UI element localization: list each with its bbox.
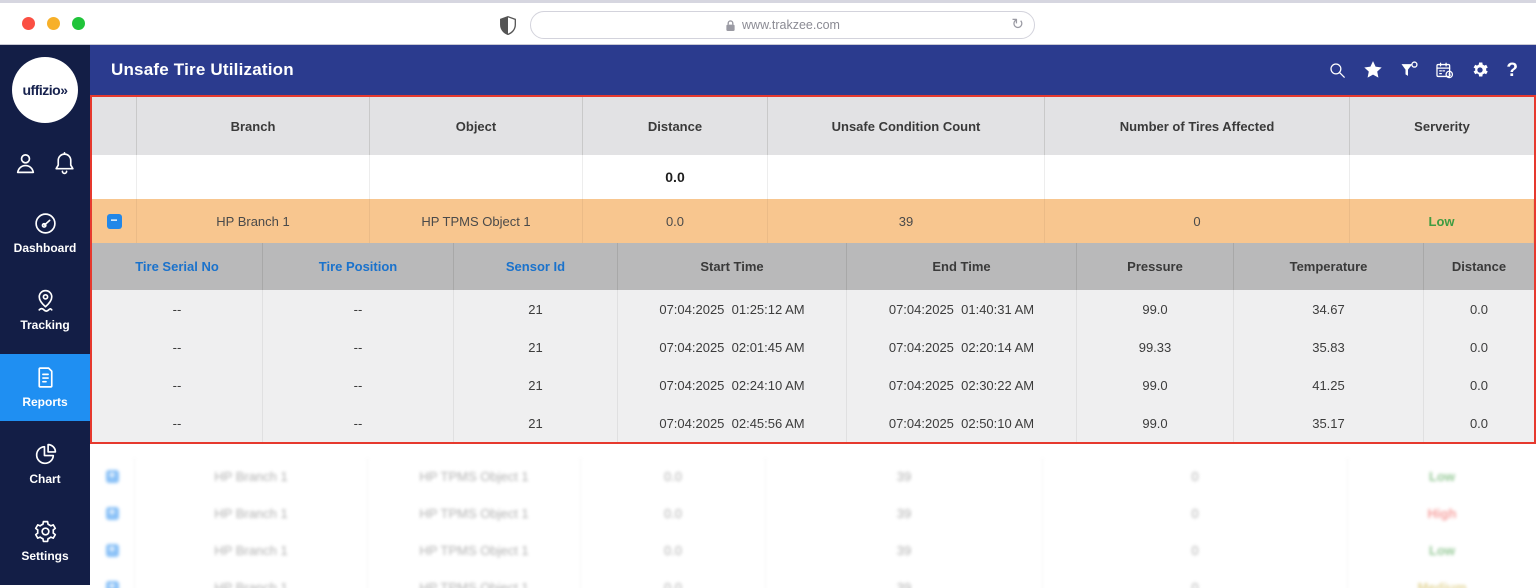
logo-text: uffizio» bbox=[22, 82, 69, 98]
detail-table-header: Tire Serial No Tire Position Sensor Id S… bbox=[92, 243, 1534, 290]
star-icon[interactable] bbox=[1363, 60, 1383, 80]
settings-gear-icon bbox=[34, 520, 56, 543]
detail-row: -- -- 21 07:04:2025 02:24:10 AM 07:04:20… bbox=[92, 366, 1534, 404]
filter-unsafe-condition-count[interactable] bbox=[768, 155, 1045, 199]
expand-row-button[interactable]: + bbox=[105, 580, 119, 588]
object-cell: HP TPMS Object 1 bbox=[370, 199, 583, 243]
branch-cell: HP Branch 1 bbox=[137, 199, 370, 243]
detail-column-pressure[interactable]: Pressure bbox=[1077, 243, 1234, 290]
filter-row: 0.0 bbox=[92, 155, 1534, 199]
collapse-row-button[interactable]: − bbox=[106, 213, 122, 229]
detail-table-body: -- -- 21 07:04:2025 01:25:12 AM 07:04:20… bbox=[92, 290, 1534, 442]
column-header-object[interactable]: Object bbox=[370, 97, 583, 155]
expand-row-button[interactable]: + bbox=[105, 543, 119, 557]
filter-icon[interactable] bbox=[1399, 60, 1419, 80]
column-header-tires-affected[interactable]: Number of Tires Affected bbox=[1045, 97, 1350, 155]
app-shell: uffizio» Dashboard Tracking Reports Char… bbox=[0, 45, 1536, 588]
gear-icon[interactable] bbox=[1470, 60, 1490, 80]
sidebar: uffizio» Dashboard Tracking Reports Char… bbox=[0, 45, 90, 585]
column-header-branch[interactable]: Branch bbox=[137, 97, 370, 155]
page-header: Unsafe Tire Utilization ? bbox=[90, 45, 1536, 95]
expanded-summary-row[interactable]: − HP Branch 1 HP TPMS Object 1 0.0 39 0 … bbox=[92, 199, 1534, 243]
sidebar-item-label: Settings bbox=[21, 549, 69, 563]
severity-cell: Medium bbox=[1417, 580, 1467, 588]
distance-cell: 0.0 bbox=[583, 199, 768, 243]
zoom-window-button[interactable] bbox=[72, 17, 85, 30]
shield-icon bbox=[500, 16, 516, 35]
column-header-severity[interactable]: Serverity bbox=[1350, 97, 1534, 155]
detail-column-tire-position[interactable]: Tire Position bbox=[263, 243, 454, 290]
report-document-icon bbox=[37, 367, 53, 388]
filter-severity[interactable] bbox=[1350, 155, 1534, 199]
unsafe-condition-count-cell: 39 bbox=[768, 199, 1045, 243]
browser-chrome: www.trakzee.com ↻ bbox=[0, 0, 1536, 45]
uffizio-logo: uffizio» bbox=[12, 57, 78, 123]
sidebar-item-label: Tracking bbox=[20, 318, 70, 332]
sidebar-item-label: Reports bbox=[22, 395, 68, 409]
sidebar-item-settings[interactable]: Settings bbox=[0, 508, 90, 575]
filter-distance[interactable]: 0.0 bbox=[583, 155, 768, 199]
lock-icon bbox=[726, 19, 735, 31]
detail-column-sensor-id[interactable]: Sensor Id bbox=[454, 243, 618, 290]
sidebar-item-label: Dashboard bbox=[13, 241, 77, 255]
close-window-button[interactable] bbox=[22, 17, 35, 30]
tires-affected-cell: 0 bbox=[1045, 199, 1350, 243]
sidebar-item-tracking[interactable]: Tracking bbox=[0, 277, 90, 344]
detail-column-start-time[interactable]: Start Time bbox=[618, 243, 847, 290]
location-pin-icon bbox=[37, 289, 53, 312]
severity-cell: Low bbox=[1429, 469, 1455, 484]
table-row[interactable]: + HP Branch 1 HP TPMS Object 1 0.0 39 0 … bbox=[90, 495, 1536, 532]
url-bar[interactable]: www.trakzee.com ↻ bbox=[530, 11, 1035, 39]
collapsed-rows-section: + HP Branch 1 HP TPMS Object 1 0.0 39 0 … bbox=[90, 458, 1536, 588]
detail-column-tire-serial-no[interactable]: Tire Serial No bbox=[92, 243, 263, 290]
detail-column-temperature[interactable]: Temperature bbox=[1234, 243, 1424, 290]
filter-object[interactable] bbox=[370, 155, 583, 199]
table-row[interactable]: + HP Branch 1 HP TPMS Object 1 0.0 39 0 … bbox=[90, 532, 1536, 569]
report-table: Branch Object Distance Unsafe Condition … bbox=[90, 95, 1536, 444]
pie-chart-icon bbox=[35, 443, 56, 465]
severity-cell: Low bbox=[1350, 199, 1534, 243]
minimize-window-button[interactable] bbox=[47, 17, 60, 30]
search-icon[interactable] bbox=[1328, 61, 1347, 80]
severity-cell: High bbox=[1427, 506, 1457, 521]
column-header-distance[interactable]: Distance bbox=[583, 97, 768, 155]
column-header-unsafe-condition-count[interactable]: Unsafe Condition Count bbox=[768, 97, 1045, 155]
speedometer-icon bbox=[34, 213, 56, 234]
expand-column-header bbox=[92, 97, 137, 155]
severity-cell: Low bbox=[1429, 543, 1455, 558]
user-icon[interactable] bbox=[13, 151, 38, 176]
sidebar-item-dashboard[interactable]: Dashboard bbox=[0, 200, 90, 267]
detail-row: -- -- 21 07:04:2025 01:25:12 AM 07:04:20… bbox=[92, 290, 1534, 328]
table-row[interactable]: + HP Branch 1 HP TPMS Object 1 0.0 39 0 … bbox=[90, 458, 1536, 495]
help-icon[interactable]: ? bbox=[1506, 61, 1518, 80]
sidebar-item-chart[interactable]: Chart bbox=[0, 431, 90, 498]
filter-tires-affected[interactable] bbox=[1045, 155, 1350, 199]
expand-row-button[interactable]: + bbox=[105, 506, 119, 520]
sidebar-item-label: Chart bbox=[29, 472, 61, 486]
bell-icon[interactable] bbox=[52, 151, 77, 176]
detail-column-distance[interactable]: Distance bbox=[1424, 243, 1534, 290]
sidebar-nav: Dashboard Tracking Reports Chart Setting… bbox=[0, 200, 90, 585]
expand-row-button[interactable]: + bbox=[105, 469, 119, 483]
detail-row: -- -- 21 07:04:2025 02:45:56 AM 07:04:20… bbox=[92, 404, 1534, 442]
calendar-clock-icon[interactable] bbox=[1435, 61, 1454, 80]
sidebar-item-reports[interactable]: Reports bbox=[0, 354, 90, 421]
url-text: www.trakzee.com bbox=[742, 18, 840, 32]
table-header-row: Branch Object Distance Unsafe Condition … bbox=[92, 97, 1534, 155]
page-title: Unsafe Tire Utilization bbox=[111, 60, 294, 79]
detail-column-end-time[interactable]: End Time bbox=[847, 243, 1077, 290]
detail-row: -- -- 21 07:04:2025 02:01:45 AM 07:04:20… bbox=[92, 328, 1534, 366]
table-row[interactable]: + HP Branch 1 HP TPMS Object 1 0.0 39 0 … bbox=[90, 569, 1536, 588]
window-controls bbox=[22, 17, 85, 30]
filter-branch[interactable] bbox=[137, 155, 370, 199]
reload-icon[interactable]: ↻ bbox=[1011, 15, 1024, 33]
